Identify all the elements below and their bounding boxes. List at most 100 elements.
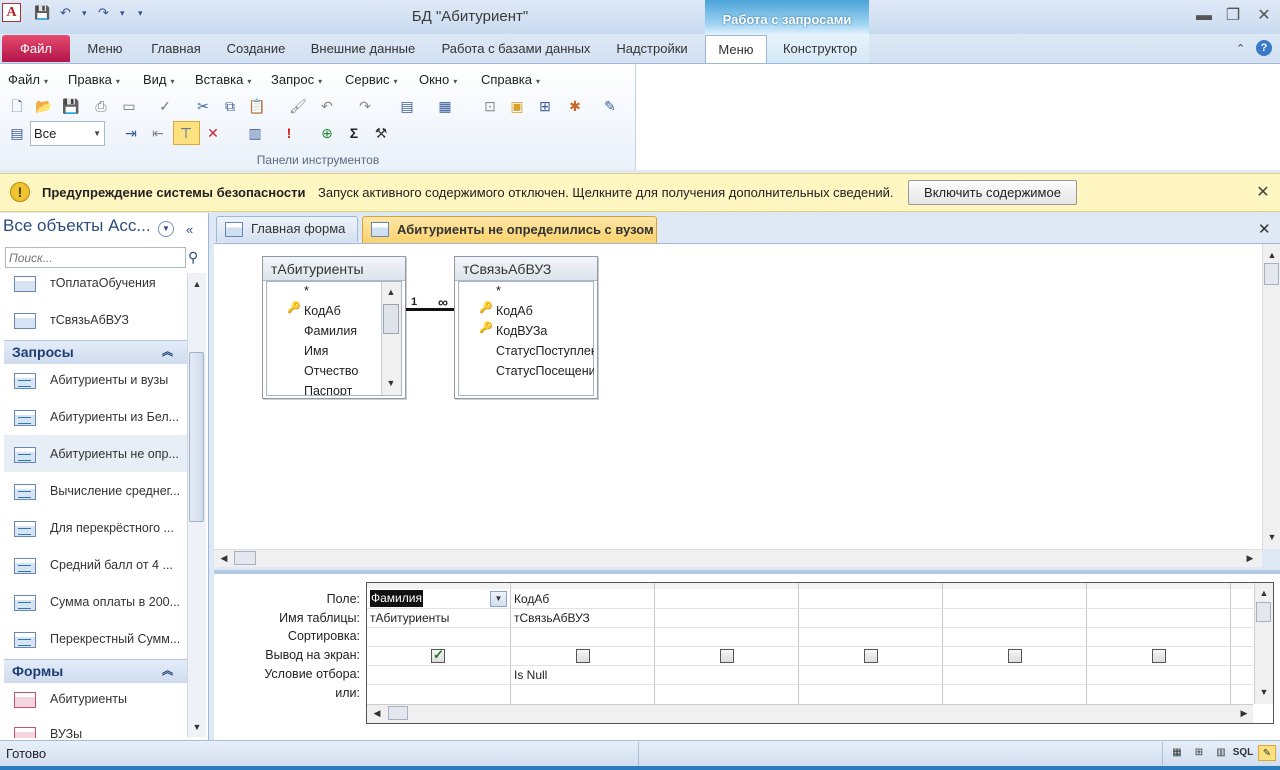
scroll-left-icon[interactable]: ◀ [369, 705, 385, 721]
table-box-title[interactable]: тСвязьАбВУЗ [455, 257, 597, 281]
scroll-left-icon[interactable]: ◀ [216, 550, 232, 566]
menu-query[interactable]: Запрос ▾ [271, 72, 322, 88]
menu-tools[interactable]: Сервис ▾ [345, 72, 398, 88]
collapse-pane-icon[interactable]: « [186, 222, 193, 237]
nav-item-query[interactable]: Для перекрёстного ... [14, 518, 174, 538]
doc-tab-query[interactable]: Абитуриенты не определились с вузом [362, 216, 657, 244]
nav-pane-header[interactable]: Все объекты Acc... [3, 216, 206, 244]
help-toolbar-icon[interactable]: ✎ [601, 97, 619, 115]
view-icon[interactable]: ▤ [8, 124, 26, 142]
nav-item-form[interactable]: Абитуриенты [14, 689, 127, 709]
field-item[interactable]: * [304, 281, 309, 301]
grid-vscroll-thumb[interactable] [1256, 602, 1271, 622]
redo-dropdown-icon[interactable]: ▾ [120, 4, 125, 22]
spelling-icon[interactable]: ✓ [156, 97, 174, 115]
show-checkbox[interactable] [576, 649, 590, 663]
show-checkbox[interactable] [720, 649, 734, 663]
menu-edit[interactable]: Правка ▾ [68, 72, 120, 88]
field-item[interactable]: Отчество [304, 361, 358, 381]
field-item[interactable]: Фамилия [304, 321, 357, 341]
copy-icon[interactable]: ⧉ [221, 97, 239, 115]
nav-item-query[interactable]: Вычисление среднег... [14, 481, 180, 501]
grid-horizontal-scrollbar[interactable] [367, 704, 1253, 723]
scroll-down-icon[interactable]: ▼ [1256, 684, 1272, 700]
sql-view-button[interactable]: SQL [1232, 745, 1254, 761]
field-item[interactable]: СтатусПоступлен [496, 341, 594, 361]
design-vscroll-thumb[interactable] [1264, 263, 1279, 285]
undo-toolbar-icon[interactable]: ↶ [318, 97, 336, 115]
nav-item-table[interactable]: тОплатаОбучения [14, 273, 156, 293]
grid-cell-criteria[interactable]: Is Null [514, 666, 547, 685]
table-box-title[interactable]: тАбитуриенты [263, 257, 405, 281]
grid-cell-field-selected[interactable]: Фамилия [370, 590, 423, 607]
menu-view[interactable]: Вид ▾ [143, 72, 175, 88]
nav-group-queries[interactable]: Запросы ︽ [4, 340, 187, 364]
scroll-right-icon[interactable]: ▶ [1236, 705, 1252, 721]
save-icon[interactable]: 💾 [34, 4, 50, 22]
pivottable-view-icon[interactable]: ⊞ [1190, 745, 1208, 761]
crosstab-icon[interactable]: ✕ [204, 124, 222, 142]
show-table-icon[interactable]: ⊕ [318, 124, 336, 142]
field-item[interactable]: Имя [304, 341, 328, 361]
nav-item-query[interactable]: Средний балл от 4 ... [14, 555, 173, 575]
close-icon[interactable]: ✕ [1254, 182, 1272, 201]
tab-menu[interactable]: Меню [78, 35, 132, 63]
design-vertical-scrollbar[interactable] [1262, 244, 1280, 549]
field-item[interactable]: КодАб [304, 301, 341, 321]
tab-designer[interactable]: Конструктор [772, 35, 868, 63]
show-checkbox[interactable] [864, 649, 878, 663]
scroll-up-icon[interactable]: ▲ [189, 276, 205, 292]
design-view-icon[interactable]: ✎ [1258, 745, 1276, 761]
totals-icon[interactable]: Σ [345, 124, 363, 142]
field-item[interactable]: СтатусПосещени [496, 361, 594, 381]
grid-cell-field[interactable]: КодАб [514, 590, 549, 609]
field-item[interactable]: КодАб [496, 301, 533, 321]
scroll-up-icon[interactable]: ▲ [1256, 585, 1272, 601]
search-icon[interactable]: ⚲ [188, 249, 198, 266]
close-window-icon[interactable]: ✕ [1252, 6, 1276, 26]
cut-icon[interactable]: ✂ [194, 97, 212, 115]
doc-tab-main-form[interactable]: Главная форма [216, 216, 358, 242]
relationships-icon[interactable]: ⊞ [536, 97, 554, 115]
tab-home[interactable]: Главная [142, 35, 210, 63]
enable-content-button[interactable]: Включить содержимое [908, 180, 1077, 205]
print-icon[interactable]: ⎙ [92, 97, 110, 115]
open-icon[interactable]: 📂 [35, 97, 53, 115]
show-checkbox[interactable]: ✓ [431, 647, 445, 663]
tab-file[interactable]: Файл [2, 35, 70, 62]
field-list-scroll-thumb[interactable] [383, 304, 399, 334]
paste-icon[interactable]: 📋 [248, 97, 266, 115]
design-horizontal-scrollbar[interactable] [214, 549, 1262, 567]
redo-icon[interactable]: ↷ [98, 4, 109, 22]
show-checkbox[interactable] [1152, 649, 1166, 663]
scroll-down-icon[interactable]: ▼ [1264, 529, 1280, 545]
customize-qat-icon[interactable]: ▾ [138, 4, 143, 22]
scroll-down-icon[interactable]: ▼ [189, 719, 205, 735]
scroll-up-icon[interactable]: ▲ [383, 284, 399, 300]
field-item[interactable]: Паспорт [304, 381, 352, 395]
chevron-down-icon[interactable]: ▼ [490, 591, 507, 607]
column-selector-row[interactable] [367, 583, 1253, 589]
tab-database-tools[interactable]: Работа с базами данных [434, 35, 598, 63]
minimize-icon[interactable]: ▬ [1192, 6, 1216, 26]
nav-group-forms[interactable]: Формы ︽ [4, 659, 187, 683]
menu-window[interactable]: Окно ▾ [419, 72, 457, 88]
save-toolbar-icon[interactable]: 💾 [62, 97, 80, 115]
tab-create[interactable]: Создание [220, 35, 292, 63]
menu-file[interactable]: Файл ▾ [8, 72, 48, 88]
nav-item-query[interactable]: Перекрестный Сумм... [14, 629, 180, 649]
nav-scroll-thumb[interactable] [189, 352, 204, 522]
top-values-combo[interactable]: Все ▼ [30, 121, 105, 146]
new-object-icon[interactable]: ✱ [566, 97, 584, 115]
nav-item-query[interactable]: Абитуриенты из Бел... [14, 407, 179, 427]
design-hscroll-thumb[interactable] [234, 551, 256, 565]
datasheet-view-icon[interactable]: ▦ [1168, 745, 1186, 761]
scroll-down-icon[interactable]: ▼ [383, 375, 399, 391]
access-app-icon[interactable]: A [2, 3, 21, 22]
grid-cell-table[interactable]: тАбитуриенты [370, 609, 449, 628]
show-checkbox[interactable] [1008, 649, 1022, 663]
field-item[interactable]: * [496, 281, 501, 301]
analyze-icon[interactable]: ▦ [436, 97, 454, 115]
tab-external-data[interactable]: Внешние данные [302, 35, 424, 63]
nav-item-query[interactable]: Абитуриенты и вузы [14, 370, 168, 390]
